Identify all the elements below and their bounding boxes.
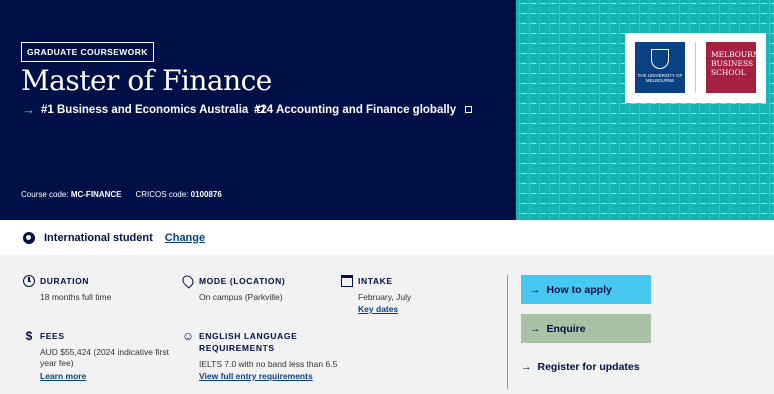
melbourne-business-school-logo: MELBOURNE BUSINESS SCHOOL (706, 42, 765, 93)
duration-heading: DURATION (40, 276, 90, 286)
register-label: Register for updates (537, 360, 640, 373)
intake-value: February, July (358, 292, 412, 302)
cricos-code: CRICOS code: 0100876 (135, 190, 222, 199)
course-codes: Course code: MC-FINANCE CRICOS code: 010… (21, 190, 222, 199)
key-dates-link[interactable]: Key dates (358, 304, 398, 314)
calendar-icon (340, 274, 354, 288)
english-heading-line2: REQUIREMENTS (199, 343, 275, 353)
mode-heading: MODE (LOCATION) (199, 276, 286, 286)
page-title: Master of Finance (21, 64, 272, 97)
student-type-label: International student (44, 231, 153, 244)
clock-icon (22, 274, 36, 288)
register-for-updates-link[interactable]: → Register for updates (521, 352, 651, 381)
how-to-apply-button[interactable]: → How to apply (521, 275, 651, 304)
how-to-apply-label: How to apply (546, 283, 612, 296)
arrow-right-icon: → (22, 102, 35, 117)
crest-icon (651, 49, 669, 69)
change-student-type-link[interactable]: Change (165, 232, 205, 244)
ranking-link-1[interactable]: → #1 Business and Economics Australia (22, 102, 265, 117)
globe-icon (23, 231, 35, 244)
student-type-bar: International student Change (0, 220, 774, 255)
fees-heading: FEES (40, 331, 65, 341)
enquire-label: Enquire (546, 322, 586, 335)
duration-section: DURATION 18 months full time (22, 274, 162, 314)
course-code: Course code: MC-FINANCE (21, 190, 122, 199)
mode-section: MODE (LOCATION) On campus (Parkville) (180, 273, 331, 314)
mode-value: On campus (Parkville) (199, 292, 283, 302)
course-type-badge: GRADUATE COURSEWORK (21, 42, 154, 62)
university-of-melbourne-logo: THE UNIVERSITY OF MELBOURNE (635, 42, 685, 93)
fees-value-line2: year fee) (40, 358, 74, 368)
fees-value-line1: AUD $55,424 (2024 indicative first (40, 347, 169, 357)
duration-value: 18 months full time (40, 292, 112, 302)
ranking-link-2[interactable]: → #24 Accounting and Finance globally (235, 102, 473, 117)
english-value: IELTS 7.0 with no band less than 6.5 (199, 359, 338, 369)
vertical-divider (507, 275, 508, 389)
ranking-label: #1 Business and Economics Australia (41, 103, 249, 116)
intake-heading: INTAKE (358, 276, 393, 286)
intake-section: INTAKE February, July Key dates (340, 274, 480, 314)
hero-banner: GRADUATE COURSEWORK Master of Finance → … (0, 0, 774, 220)
arrow-right-icon: → (530, 322, 541, 335)
fees-section: $ FEES AUD $55,424 (2024 indicative firs… (22, 329, 172, 384)
arrow-right-icon: → (235, 102, 248, 117)
speaking-person-icon: ☺ (181, 329, 195, 343)
location-pin-icon (180, 273, 196, 289)
external-link-icon (465, 106, 473, 113)
english-requirements-section: ☺ ENGLISH LANGUAGE REQUIREMENTS IELTS 7.… (181, 329, 361, 384)
fees-learn-more-link[interactable]: Learn more (40, 371, 86, 381)
arrow-right-icon: → (530, 283, 541, 296)
logo-divider (695, 42, 696, 93)
arrow-right-icon: → (521, 360, 532, 373)
logo-box: THE UNIVERSITY OF MELBOURNE MELBOURNE BU… (625, 33, 766, 103)
course-details: DURATION 18 months full time MODE (LOCAT… (0, 255, 774, 394)
ranking-label: #24 Accounting and Finance globally (254, 103, 457, 116)
dollar-icon: $ (25, 329, 33, 343)
view-entry-requirements-link[interactable]: View full entry requirements (199, 371, 313, 381)
enquire-button[interactable]: → Enquire (521, 314, 651, 343)
